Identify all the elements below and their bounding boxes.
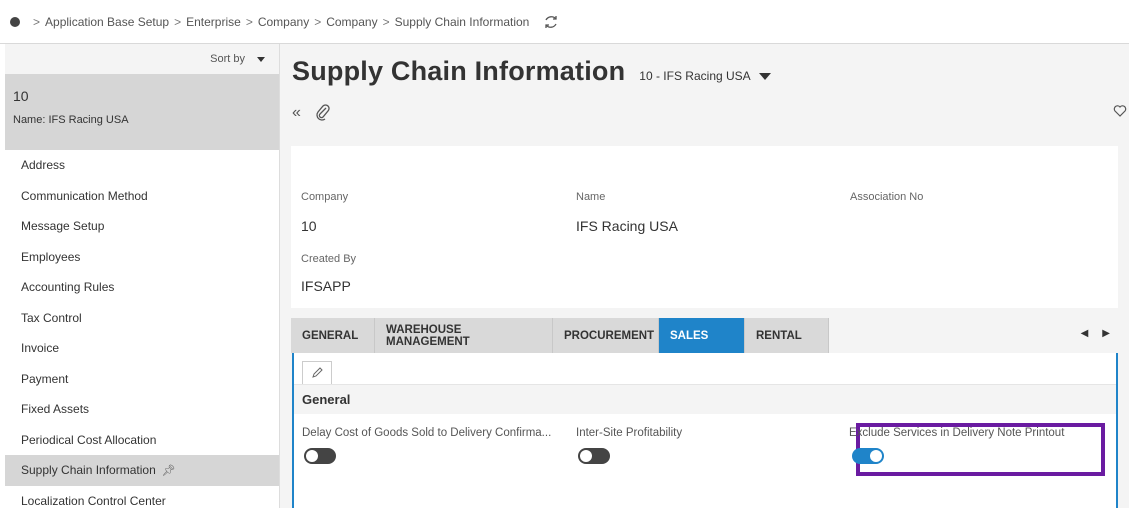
exclude-services-label: Exclude Services in Delivery Note Printo… xyxy=(849,427,1064,439)
caret-left-icon[interactable]: ◀ xyxy=(1081,328,1089,339)
heart-icon[interactable] xyxy=(1113,104,1127,118)
pin-icon[interactable]: 📌︎ xyxy=(162,464,176,477)
caret-right-icon[interactable]: ▶ xyxy=(1102,328,1110,339)
page-toolbar: « xyxy=(292,104,331,122)
chevron-right-icon: > xyxy=(246,15,253,29)
tab-sales[interactable]: SALES xyxy=(659,318,745,353)
name-value: IFS Racing USA xyxy=(576,218,678,234)
breadcrumb-item-application-base-setup[interactable]: Application Base Setup xyxy=(45,15,169,29)
record-selector-label: 10 - IFS Racing USA xyxy=(639,69,750,83)
sidebar-item-label: Employees xyxy=(21,250,80,264)
sidebar-item-label: Accounting Rules xyxy=(21,280,114,294)
sidebar-item-label: Payment xyxy=(21,372,68,386)
breadcrumb-item-current: Supply Chain Information xyxy=(395,15,530,29)
company-label: Company xyxy=(301,191,348,203)
sidebar-item-label: Address xyxy=(21,158,65,172)
tab-bar-spacer xyxy=(829,318,1118,353)
tab-warehouse-management[interactable]: WAREHOUSE MANAGEMENT xyxy=(375,318,553,353)
chevron-down-icon[interactable] xyxy=(257,57,265,62)
home-dot-icon[interactable] xyxy=(10,17,20,27)
chevron-right-icon: > xyxy=(174,15,181,29)
sidebar-item-invoice[interactable]: Invoice xyxy=(5,333,279,364)
inter-site-profitability-toggle[interactable] xyxy=(578,448,610,464)
sidebar-item-label: Periodical Cost Allocation xyxy=(21,433,156,447)
sidebar-item-label: Communication Method xyxy=(21,189,148,203)
association-no-label: Association No xyxy=(850,191,923,203)
tab-procurement[interactable]: PROCUREMENT xyxy=(553,318,659,353)
record-name: Name: IFS Racing USA xyxy=(13,114,271,126)
main-content: Supply Chain Information 10 - IFS Racing… xyxy=(280,44,1129,508)
paperclip-icon[interactable] xyxy=(315,104,331,122)
delay-cogs-toggle[interactable] xyxy=(304,448,336,464)
record-selector[interactable]: 10 - IFS Racing USA xyxy=(639,69,770,83)
record-id: 10 xyxy=(13,88,271,104)
pencil-icon xyxy=(311,367,323,379)
edit-button[interactable] xyxy=(302,361,332,385)
sidebar-item-periodical-cost-allocation[interactable]: Periodical Cost Allocation xyxy=(5,425,279,456)
double-chevron-left-icon[interactable]: « xyxy=(292,104,301,122)
sidebar-item-label: Tax Control xyxy=(21,311,82,325)
record-navigator: Sort by 10 Name: IFS Racing USA Address … xyxy=(5,44,280,508)
sidebar-item-message-setup[interactable]: Message Setup xyxy=(5,211,279,242)
tab-rental[interactable]: RENTAL xyxy=(745,318,829,353)
sidebar-nav: Address Communication Method Message Set… xyxy=(5,150,279,516)
sidebar-item-accounting-rules[interactable]: Accounting Rules xyxy=(5,272,279,303)
chevron-right-icon: > xyxy=(33,15,40,29)
sidebar-item-label: Supply Chain Information xyxy=(21,463,156,477)
delay-cogs-label: Delay Cost of Goods Sold to Delivery Con… xyxy=(302,427,551,439)
record-details-card: Company 10 Name IFS Racing USA Associati… xyxy=(291,146,1118,308)
chevron-right-icon: > xyxy=(314,15,321,29)
sidebar-item-employees[interactable]: Employees xyxy=(5,242,279,273)
sidebar-item-address[interactable]: Address xyxy=(5,150,279,181)
sidebar-item-fixed-assets[interactable]: Fixed Assets xyxy=(5,394,279,425)
created-by-label: Created By xyxy=(301,253,356,265)
sidebar-item-payment[interactable]: Payment xyxy=(5,364,279,395)
chevron-right-icon: > xyxy=(383,15,390,29)
company-value: 10 xyxy=(301,218,317,234)
sidebar-item-supply-chain-information[interactable]: Supply Chain Information 📌︎ xyxy=(5,455,279,486)
sales-tab-panel: General Delay Cost of Goods Sold to Deli… xyxy=(292,353,1118,508)
sidebar-item-label: Fixed Assets xyxy=(21,402,89,416)
sidebar-item-label: Invoice xyxy=(21,341,59,355)
breadcrumb-item-company-detail[interactable]: Company xyxy=(326,15,377,29)
breadcrumb-item-company[interactable]: Company xyxy=(258,15,309,29)
inter-site-profitability-label: Inter-Site Profitability xyxy=(576,427,682,439)
sidebar-item-label: Localization Control Center xyxy=(21,494,166,508)
sidebar-item-localization-control-center[interactable]: Localization Control Center xyxy=(5,486,279,516)
created-by-value: IFSAPP xyxy=(301,278,351,294)
name-label: Name xyxy=(576,191,605,203)
page-title: Supply Chain Information xyxy=(292,56,625,87)
group-title: General xyxy=(302,392,350,407)
chevron-down-icon[interactable] xyxy=(759,73,771,80)
sidebar-item-label: Message Setup xyxy=(21,219,104,233)
breadcrumb: > Application Base Setup > Enterprise > … xyxy=(0,0,1129,44)
page-header: Supply Chain Information 10 - IFS Racing… xyxy=(292,56,771,87)
group-general-header[interactable]: General xyxy=(294,384,1116,414)
tab-bar: GENERAL WAREHOUSE MANAGEMENT PROCUREMENT… xyxy=(291,318,1118,353)
refresh-icon[interactable] xyxy=(543,14,559,30)
sort-control[interactable]: Sort by xyxy=(5,44,279,74)
sort-label: Sort by xyxy=(210,53,245,65)
tab-general[interactable]: GENERAL xyxy=(291,318,375,353)
tab-scroll-controls: ◀ ▶ xyxy=(1081,328,1110,339)
selected-record-card[interactable]: 10 Name: IFS Racing USA xyxy=(5,74,279,150)
breadcrumb-item-enterprise[interactable]: Enterprise xyxy=(186,15,241,29)
sidebar-item-communication-method[interactable]: Communication Method xyxy=(5,181,279,212)
sidebar-item-tax-control[interactable]: Tax Control xyxy=(5,303,279,334)
exclude-services-toggle[interactable] xyxy=(852,448,884,464)
